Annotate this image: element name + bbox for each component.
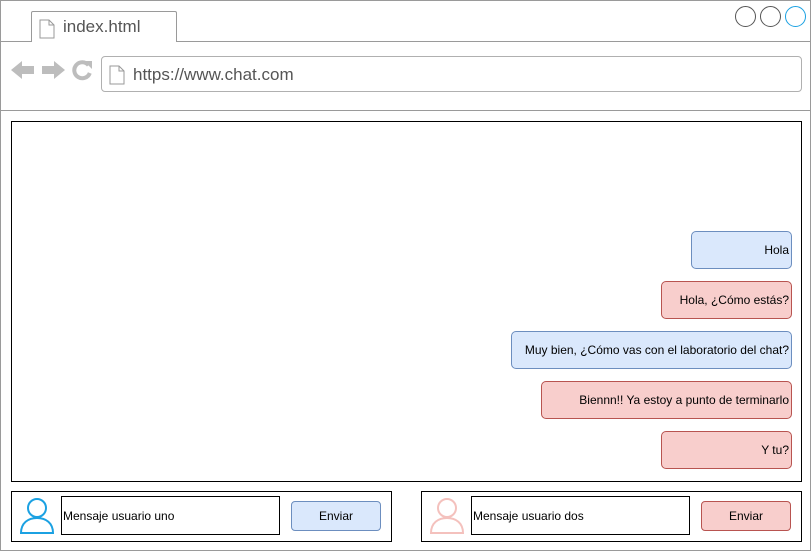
- user-one-panel: Enviar: [11, 491, 392, 542]
- chat-message: Hola, ¿Cómo estás?: [661, 281, 792, 319]
- user-one-message-input[interactable]: [61, 496, 280, 535]
- back-arrow-icon[interactable]: [11, 60, 35, 85]
- refresh-icon[interactable]: [71, 59, 93, 86]
- user-two-panel: Enviar: [421, 491, 802, 542]
- close-icon[interactable]: [785, 6, 806, 27]
- maximize-icon[interactable]: [760, 6, 781, 27]
- browser-window: index.html https://www.chat.com Hola Hol…: [0, 0, 811, 551]
- chat-message: Muy bien, ¿Cómo vas con el laboratorio d…: [511, 331, 792, 369]
- address-bar[interactable]: https://www.chat.com: [101, 56, 802, 92]
- chat-area: Hola Hola, ¿Cómo estás? Muy bien, ¿Cómo …: [11, 121, 802, 482]
- user-avatar-icon: [429, 497, 465, 540]
- toolbar-divider: [1, 110, 810, 111]
- minimize-icon[interactable]: [735, 6, 756, 27]
- user-avatar-icon: [19, 497, 55, 540]
- page-icon: [109, 65, 125, 90]
- user-two-send-button[interactable]: Enviar: [701, 501, 791, 531]
- page-icon: [39, 19, 55, 44]
- user-one-send-button[interactable]: Enviar: [291, 501, 381, 531]
- chat-message: Hola: [691, 231, 792, 269]
- chat-message: Y tu?: [661, 431, 792, 469]
- tab-title: index.html: [63, 17, 141, 36]
- address-url: https://www.chat.com: [133, 65, 294, 84]
- forward-arrow-icon[interactable]: [41, 60, 65, 85]
- window-controls: [735, 6, 806, 27]
- chat-message: Biennn!! Ya estoy a punto de terminarlo: [541, 381, 792, 419]
- user-two-message-input[interactable]: [471, 496, 690, 535]
- browser-tab[interactable]: index.html: [31, 11, 177, 42]
- navigation-buttons: [11, 59, 99, 86]
